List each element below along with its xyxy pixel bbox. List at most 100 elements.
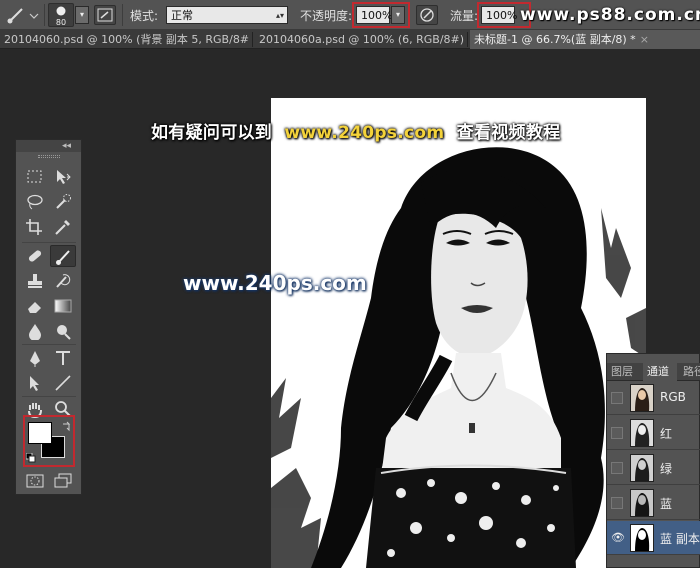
close-icon[interactable]: × (640, 33, 649, 46)
document-tab-label: 20104060.psd @ 100% (背景 副本 5, RGB/8#) * (4, 33, 250, 46)
brush-size-value: 80 (55, 18, 67, 27)
portrait-image (271, 98, 646, 568)
eyedropper-icon (55, 220, 70, 235)
channel-row-red[interactable]: 红 (607, 416, 700, 450)
quick-mask-button[interactable] (22, 470, 48, 492)
document-tab-1[interactable]: 20104060.psd @ 100% (背景 副本 5, RGB/8#) *× (0, 30, 250, 49)
visibility-toggle[interactable] (611, 427, 623, 439)
brush-panel-toggle[interactable] (94, 5, 116, 25)
brush-size-dropdown[interactable]: ▾ (75, 6, 89, 24)
eyedropper-tool[interactable] (50, 216, 76, 238)
brush-icon (7, 8, 39, 24)
brush-tip-icon (56, 6, 66, 16)
tab-channels[interactable]: 通道 (643, 363, 677, 381)
dodge-icon (57, 325, 71, 340)
pressure-icon (420, 8, 434, 22)
blur-tool[interactable] (22, 320, 48, 342)
channel-thumbnail (630, 454, 654, 482)
move-tool[interactable] (50, 166, 76, 188)
eye-icon[interactable]: 👁 (611, 532, 625, 544)
history-brush-tool[interactable] (50, 270, 76, 292)
channel-name: RGB (660, 390, 686, 404)
gradient-tool[interactable] (50, 295, 76, 317)
eraser-tool[interactable] (22, 295, 48, 317)
tab-paths[interactable]: 路径 (679, 363, 700, 381)
mode-label: 模式: (130, 9, 159, 23)
quick-selection-icon (56, 194, 71, 209)
chevron-updown-icon: ▴▾ (275, 11, 284, 20)
brush-tool[interactable] (50, 245, 76, 267)
move-icon (57, 170, 71, 184)
lasso-tool[interactable] (22, 191, 48, 213)
channel-row-blue[interactable]: 蓝 (607, 486, 700, 520)
tool-preset-picker[interactable] (4, 5, 40, 25)
channel-thumbnail (630, 419, 654, 447)
quick-selection-tool[interactable] (50, 191, 76, 213)
arrow-icon (30, 376, 39, 391)
type-tool[interactable] (50, 347, 76, 369)
default-colors-icon[interactable] (26, 453, 36, 463)
brush-panel-icon (97, 8, 113, 22)
channel-row-blue-copy[interactable]: 👁 蓝 副本 (607, 521, 700, 555)
opacity-highlight (352, 2, 410, 28)
gradient-icon (54, 299, 72, 313)
visibility-toggle[interactable] (611, 392, 623, 404)
line-tool[interactable] (50, 372, 76, 394)
banner-url: www.240ps.com (284, 123, 445, 143)
corner-watermark: www.ps88.com.cn (520, 5, 700, 25)
channels-panel: 图层 通道 路径 RGB 红 绿 蓝 👁 蓝 副本 (606, 353, 700, 568)
foreground-color-swatch[interactable] (28, 422, 52, 444)
channel-row-green[interactable]: 绿 (607, 451, 700, 485)
dodge-tool[interactable] (50, 320, 76, 342)
banner-text-before: 如有疑问可以到 (151, 123, 273, 143)
brush-icon (56, 250, 70, 265)
mode-value: 正常 (171, 9, 193, 22)
tools-panel: ◂◂ (15, 139, 82, 495)
channel-name: 蓝 (660, 497, 673, 511)
screen-mode-icon (54, 473, 72, 488)
pen-icon (30, 351, 40, 367)
history-brush-icon (56, 274, 71, 288)
document-tab-3[interactable]: 未标题-1 @ 66.7%(蓝 副本/8) * × (470, 30, 700, 49)
bandage-icon (28, 250, 42, 262)
brush-size-picker[interactable]: 80 (48, 3, 74, 27)
path-selection-tool[interactable] (22, 372, 48, 394)
channel-thumbnail (630, 384, 654, 412)
pen-tool[interactable] (22, 347, 48, 369)
center-watermark: www.240ps.com (183, 271, 367, 295)
crop-tool[interactable] (22, 216, 48, 238)
crop-icon (26, 219, 42, 235)
document-tab-bar: 20104060.psd @ 100% (背景 副本 5, RGB/8#) *×… (0, 30, 700, 49)
pressure-opacity-toggle[interactable] (416, 5, 438, 25)
channel-row-rgb[interactable]: RGB (607, 381, 700, 415)
mode-select[interactable]: 正常 ▴▾ (166, 6, 288, 24)
clone-stamp-tool[interactable] (22, 270, 48, 292)
panel-tabs: 图层 通道 路径 (607, 363, 700, 381)
healing-brush-tool[interactable] (22, 245, 48, 267)
opacity-label: 不透明度: (300, 9, 353, 23)
document-tab-2[interactable]: 20104060a.psd @ 100% (6, RGB/8#) *× (255, 30, 465, 49)
options-bar: 80 ▾ 模式: 正常 ▴▾ 不透明度: 100% ▾ 流量: 100% www… (0, 0, 700, 30)
channel-thumbnail (630, 489, 654, 517)
quick-mask-icon (26, 474, 44, 488)
lasso-icon (27, 194, 43, 210)
channel-name: 红 (660, 427, 673, 441)
screen-mode-button[interactable] (50, 470, 76, 492)
channel-thumbnail (630, 524, 654, 552)
swap-colors-icon[interactable] (61, 420, 73, 432)
channel-name: 蓝 副本 (660, 532, 700, 546)
tab-layers[interactable]: 图层 (607, 363, 641, 381)
color-swatches (23, 415, 75, 467)
line-icon (55, 375, 71, 391)
visibility-toggle[interactable] (611, 462, 623, 474)
marquee-tool[interactable] (22, 166, 48, 188)
banner-text-after: 查看视频教程 (456, 123, 561, 143)
channel-name: 绿 (660, 462, 673, 476)
document-canvas[interactable] (271, 98, 646, 568)
visibility-toggle[interactable] (611, 497, 623, 509)
toolbox-grip[interactable] (38, 155, 60, 158)
toolbox-collapse-button[interactable]: ◂◂ (16, 140, 81, 152)
droplet-icon (29, 324, 41, 340)
flow-label: 流量: (450, 9, 479, 23)
tutorial-banner: 如有疑问可以到 www.240ps.com 查看视频教程 (151, 118, 560, 143)
